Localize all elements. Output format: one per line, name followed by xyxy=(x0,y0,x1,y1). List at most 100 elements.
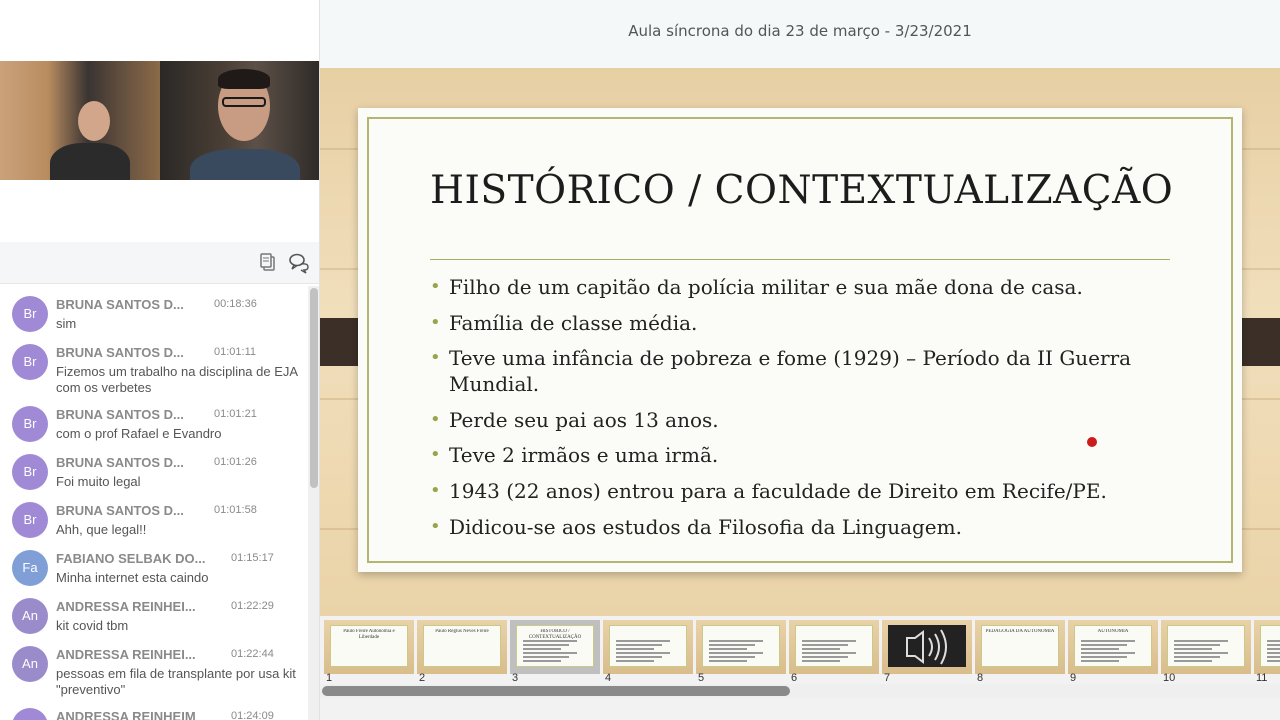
slide-thumbnail-bar: Paulo Freire Autonomia e Liberdade 1 Paulo… xyxy=(320,616,1280,720)
thumbnail-number: 4 xyxy=(605,672,612,684)
slide-bullet: Família de classe média. xyxy=(430,310,1190,336)
slide-thumbnail-1[interactable]: Paulo Freire Autonomia e Liberdade xyxy=(324,620,414,674)
thumbnail-preview: HISTÓRICO / CONTEXTUALIZAÇÃO xyxy=(516,625,594,667)
chat-message-text: sim xyxy=(56,316,77,331)
chat-timestamp: 01:24:09 xyxy=(231,710,274,720)
thumbnail-scrollbar-thumb[interactable] xyxy=(322,686,790,696)
slide-thumbnail-5[interactable] xyxy=(696,620,786,674)
thumbnail-preview xyxy=(795,625,873,667)
thumbnail-number: 11 xyxy=(1256,672,1268,684)
chat-timestamp: 01:15:17 xyxy=(231,552,274,564)
slide-thumbnail-8[interactable]: PEDAGOGIA DA AUTONOMIA xyxy=(975,620,1065,674)
slide-thumbnail-7[interactable] xyxy=(882,620,972,674)
slide-thumbnail-10[interactable] xyxy=(1161,620,1251,674)
chat-sender-name: BRUNA SANTOS D... xyxy=(56,297,184,312)
slide-bullet: 1943 (22 anos) entrou para a faculdade d… xyxy=(430,478,1190,504)
participant-video-2[interactable] xyxy=(160,61,319,180)
chat-sender-name: FABIANO SELBAK DO... xyxy=(56,551,206,566)
chat-timestamp: 01:01:26 xyxy=(214,456,257,468)
chat-message-text: Ahh, que legal!! xyxy=(56,522,147,537)
slide-thumbnail-3[interactable]: HISTÓRICO / CONTEXTUALIZAÇÃO xyxy=(510,620,600,674)
chat-message: Br BRUNA SANTOS D... 01:01:11 Fizemos um tr… xyxy=(0,334,308,395)
thumbnail-caption: PEDAGOGIA DA AUTONOMIA xyxy=(985,629,1055,634)
avatar: Br xyxy=(12,406,48,442)
copy-icon[interactable] xyxy=(258,252,280,274)
app-window: Br BRUNA SANTOS D... 00:18:36 sim Br BRUNA SA… xyxy=(0,0,1280,720)
thumbnail-preview xyxy=(609,625,687,667)
chat-message: Br BRUNA SANTOS D... 01:01:58 Ahh, que lega… xyxy=(0,492,308,540)
chat-message-text: com o prof Rafael e Evandro xyxy=(56,426,222,441)
chat-message-list: Br BRUNA SANTOS D... 00:18:36 sim Br BRUNA SA… xyxy=(0,286,308,720)
chat-bubbles-icon[interactable] xyxy=(288,252,310,274)
presentation-title: Aula síncrona do dia 23 de março - 3/23/… xyxy=(628,22,972,40)
avatar: An xyxy=(12,598,48,634)
slide-bullet-list: Filho de um capitão da polícia militar e… xyxy=(430,274,1190,549)
chat-timestamp: 01:22:29 xyxy=(231,600,274,612)
chat-sender-name: BRUNA SANTOS D... xyxy=(56,503,184,518)
thumbnail-preview: PEDAGOGIA DA AUTONOMIA xyxy=(981,625,1059,667)
thumbnail-preview: Paulo Freire Autonomia e Liberdade xyxy=(330,625,408,667)
chat-toolbar xyxy=(0,242,319,284)
slide-title: HISTÓRICO / CONTEXTUALIZAÇÃO xyxy=(430,168,1174,213)
thumbnail-preview xyxy=(888,625,966,667)
chat-sender-name: ANDRESSA REINHEI... xyxy=(56,599,196,614)
current-slide: HISTÓRICO / CONTEXTUALIZAÇÃO Filho de um… xyxy=(358,108,1242,572)
chat-sender-name: BRUNA SANTOS D... xyxy=(56,455,184,470)
chat-message: Br BRUNA SANTOS D... 00:18:36 sim xyxy=(0,286,308,334)
thumbnail-number: 5 xyxy=(698,672,705,684)
chat-timestamp: 01:01:21 xyxy=(214,408,257,420)
slide-bullet: Teve uma infância de pobreza e fome (192… xyxy=(430,345,1190,397)
chat-message: Br BRUNA SANTOS D... 01:01:26 Foi muito leg… xyxy=(0,444,308,492)
chat-message-text: pessoas em fila de transplante por usa k… xyxy=(56,666,296,697)
presentation-panel: Aula síncrona do dia 23 de março - 3/23/… xyxy=(320,0,1280,720)
slide-bullet: Filho de um capitão da polícia militar e… xyxy=(430,274,1190,300)
chat-message-text: Fizemos um trabalho na disciplina de EJA… xyxy=(56,364,298,395)
slide-thumbnail-9[interactable]: AUTONOMIA xyxy=(1068,620,1158,674)
thumbnail-caption: Paulo Freire Autonomia e Liberdade xyxy=(343,629,395,640)
chat-sender-name: BRUNA SANTOS D... xyxy=(56,345,184,360)
avatar: Br xyxy=(12,296,48,332)
slide-bullet: Teve 2 irmãos e uma irmã. xyxy=(430,442,1190,468)
chat-timestamp: 00:18:36 xyxy=(214,298,257,310)
chat-message-text: Minha internet esta caindo xyxy=(56,570,209,585)
avatar xyxy=(12,708,48,720)
left-panel: Br BRUNA SANTOS D... 00:18:36 sim Br BRUNA SA… xyxy=(0,0,320,720)
thumbnail-number: 7 xyxy=(884,672,891,684)
thumbnail-number: 9 xyxy=(1070,672,1077,684)
slide-thumbnail-4[interactable] xyxy=(603,620,693,674)
chat-message: ANDRESSA REINHEIM 01:24:09 xyxy=(0,698,308,720)
chat-timestamp: 01:01:58 xyxy=(214,504,257,516)
slide-thumbnail-6[interactable] xyxy=(789,620,879,674)
laser-pointer xyxy=(1087,437,1097,447)
slide-thumbnail-11[interactable] xyxy=(1254,620,1280,674)
slide-bullet: Perde seu pai aos 13 anos. xyxy=(430,407,1190,433)
chat-timestamp: 01:01:11 xyxy=(214,346,257,358)
thumbnail-preview: AUTONOMIA xyxy=(1074,625,1152,667)
video-strip xyxy=(0,61,319,180)
participant-video-1[interactable] xyxy=(0,61,160,180)
avatar: Br xyxy=(12,502,48,538)
slide-title-divider xyxy=(430,259,1170,260)
thumbnail-scrollbar[interactable] xyxy=(320,684,1280,698)
chat-message: An ANDRESSA REINHEI... 01:22:29 kit covid t… xyxy=(0,588,308,636)
slide-stage: HISTÓRICO / CONTEXTUALIZAÇÃO Filho de um… xyxy=(320,68,1280,616)
slide-thumbnail-2[interactable]: Paulo Reglus Neves Freire xyxy=(417,620,507,674)
chat-scrollbar[interactable] xyxy=(308,286,319,720)
chat-scrollbar-thumb[interactable] xyxy=(310,288,318,488)
chat-message: Br BRUNA SANTOS D... 01:01:21 com o prof Ra… xyxy=(0,396,308,444)
thumbnail-number: 1 xyxy=(326,672,333,684)
chat-message-text: Foi muito legal xyxy=(56,474,141,489)
avatar: An xyxy=(12,646,48,682)
chat-message: Fa FABIANO SELBAK DO... 01:15:17 Minha inte… xyxy=(0,540,308,588)
chat-message-text: kit covid tbm xyxy=(56,618,129,633)
thumbnail-preview xyxy=(1167,625,1245,667)
thumbnail-number: 8 xyxy=(977,672,984,684)
chat-sender-name: ANDRESSA REINHEIM xyxy=(56,709,196,720)
chat-sender-name: BRUNA SANTOS D... xyxy=(56,407,184,422)
thumbnail-number: 10 xyxy=(1163,672,1176,684)
avatar: Br xyxy=(12,454,48,490)
thumbnail-number: 6 xyxy=(791,672,798,684)
speaker-icon xyxy=(906,629,947,665)
avatar: Fa xyxy=(12,550,48,586)
chat-sender-name: ANDRESSA REINHEI... xyxy=(56,647,196,662)
